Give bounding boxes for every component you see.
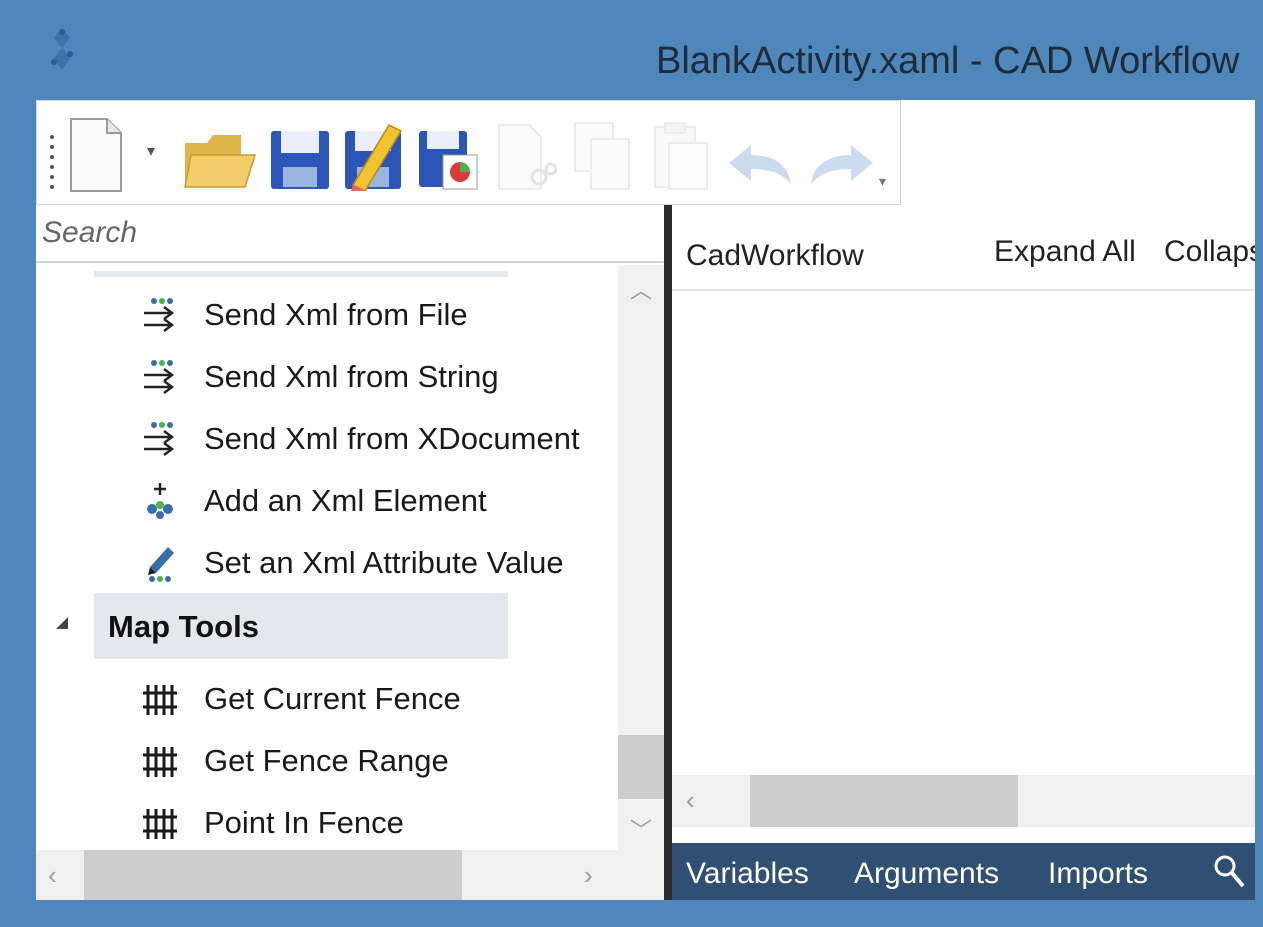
paste-icon[interactable]: [651, 121, 711, 191]
toolbox-item-get-current-fence[interactable]: Get Current Fence: [36, 669, 618, 727]
scroll-thumb[interactable]: [618, 735, 664, 799]
search-icon[interactable]: [1212, 853, 1246, 889]
new-document-icon[interactable]: [67, 117, 125, 193]
scroll-thumb[interactable]: [750, 775, 1018, 827]
toolbox-tree: Send Xml from File Send Xml from String …: [36, 265, 618, 845]
toolbox-category-map-tools[interactable]: Map Tools: [36, 593, 618, 659]
toolbar-empty-area: [901, 100, 1255, 205]
window-title: BlankActivity.xaml - CAD Workflow: [656, 40, 1240, 82]
toolbox-vertical-scrollbar[interactable]: ︿ ﹀: [618, 265, 664, 850]
toolbox-item-point-in-fence[interactable]: Point In Fence: [36, 793, 618, 845]
toolbox-search: [36, 205, 664, 263]
toolbox-item-label: Get Current Fence: [204, 681, 461, 716]
save-as-icon[interactable]: [343, 121, 409, 191]
toolbox-item-label: Point In Fence: [204, 805, 404, 840]
workflow-designer: CadWorkflow Expand All Collaps ‹ Variabl…: [672, 205, 1255, 900]
toolbox-item-label: Send Xml from XDocument: [204, 421, 580, 456]
scroll-right-arrow-icon[interactable]: ›: [584, 860, 593, 891]
folder-icon[interactable]: [183, 131, 257, 191]
fence-icon: [143, 747, 177, 777]
window-border-bottom: [0, 900, 1263, 927]
cut-icon[interactable]: [495, 123, 557, 191]
save-all-icon[interactable]: [417, 125, 481, 191]
window-border-left: [0, 0, 36, 927]
send-xml-icon: [144, 298, 175, 332]
toolbox-item-add-xml-element[interactable]: Add an Xml Element: [36, 471, 618, 529]
tab-variables[interactable]: Variables: [686, 857, 809, 891]
redo-icon[interactable]: [807, 141, 877, 189]
designer-header: CadWorkflow Expand All Collaps: [672, 205, 1255, 291]
toolbar-grip-icon[interactable]: [49, 133, 55, 195]
designer-horizontal-scrollbar[interactable]: ‹: [672, 775, 1255, 827]
breadcrumb[interactable]: CadWorkflow: [686, 239, 864, 273]
toolbox-search-input[interactable]: [42, 215, 642, 251]
add-xml-element-icon: [147, 483, 173, 519]
toolbox-item-label: Add an Xml Element: [204, 483, 487, 518]
panel-splitter[interactable]: [664, 205, 672, 900]
toolbox-item-label: Get Fence Range: [204, 743, 449, 778]
fence-icon: [143, 685, 177, 715]
toolbox-item-send-xml-from-string[interactable]: Send Xml from String: [36, 347, 618, 405]
collapse-all-link[interactable]: Collaps: [1164, 235, 1255, 269]
toolbox-panel: Send Xml from File Send Xml from String …: [36, 205, 664, 900]
toolbox-item-send-xml-from-file[interactable]: Send Xml from File: [36, 285, 618, 343]
tab-arguments[interactable]: Arguments: [854, 857, 999, 891]
toolbar-overflow-icon[interactable]: ▾: [879, 173, 886, 190]
scroll-left-arrow-icon[interactable]: ‹: [48, 860, 57, 891]
send-xml-icon: [144, 360, 175, 394]
scroll-up-arrow-icon[interactable]: ︿: [630, 273, 652, 305]
tab-imports[interactable]: Imports: [1048, 857, 1148, 891]
save-icon[interactable]: [269, 129, 331, 191]
undo-icon[interactable]: [725, 141, 795, 189]
title-bar: BlankActivity.xaml - CAD Workflow: [0, 0, 1263, 100]
toolbox-item-label: Send Xml from String: [204, 359, 499, 394]
toolbox-item-get-fence-range[interactable]: Get Fence Range: [36, 731, 618, 789]
previous-category-highlight: [94, 271, 508, 277]
toolbox-horizontal-scrollbar[interactable]: ‹ ›: [36, 850, 664, 900]
new-dropdown-arrow-icon[interactable]: ▾: [147, 141, 155, 161]
category-label: Map Tools: [108, 609, 259, 644]
toolbox-item-label: Set an Xml Attribute Value: [204, 545, 564, 580]
toolbox-item-set-xml-attribute-value[interactable]: Set an Xml Attribute Value: [36, 533, 618, 591]
fence-icon: [143, 809, 177, 839]
toolbox-item-label: Send Xml from File: [204, 297, 468, 332]
scroll-left-arrow-icon[interactable]: ‹: [686, 785, 695, 816]
app-logo-icon: [51, 28, 73, 70]
scroll-down-arrow-icon[interactable]: ﹀: [630, 813, 652, 845]
copy-icon[interactable]: [571, 121, 633, 191]
window-border-right: [1255, 0, 1263, 927]
collapse-triangle-icon[interactable]: [54, 615, 70, 631]
set-xml-attribute-icon: [148, 547, 174, 582]
designer-bottom-bar: Variables Arguments Imports: [672, 843, 1255, 900]
scroll-thumb[interactable]: [84, 850, 462, 900]
designer-canvas[interactable]: [672, 291, 1255, 775]
expand-all-link[interactable]: Expand All: [994, 235, 1136, 269]
toolbox-item-send-xml-from-xdocument[interactable]: Send Xml from XDocument: [36, 409, 618, 467]
app-window: BlankActivity.xaml - CAD Workflow ▾ ▾ Se…: [0, 0, 1263, 927]
main-toolbar: ▾ ▾: [36, 100, 901, 205]
send-xml-icon: [144, 422, 175, 456]
